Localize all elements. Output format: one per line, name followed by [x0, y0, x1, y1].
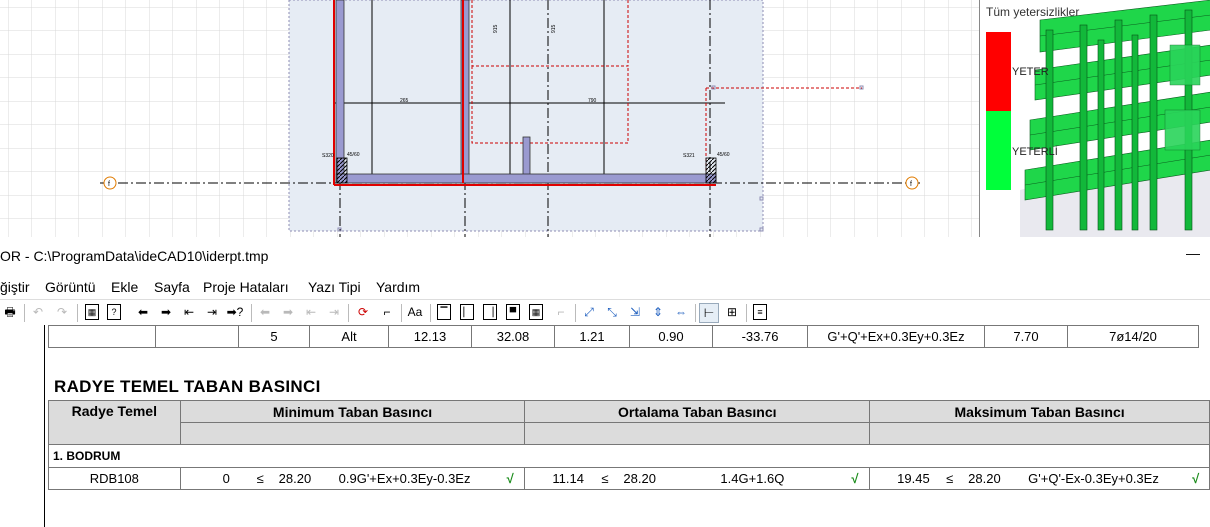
legend-insufficient-label: YETER — [1012, 66, 1049, 78]
check-icon: √ — [851, 471, 859, 486]
label-s321-size: 45/60 — [717, 152, 730, 158]
header-max-pressure: Maksimum Taban Basıncı — [869, 400, 1210, 423]
page-header-icon[interactable]: ▀ — [506, 304, 520, 320]
fit-height-icon[interactable]: ⇕ — [649, 303, 667, 321]
table-row: RDB108 0 ≤ 28.20 0.9G'+Ex+0.3Ey-0.3Ez √ … — [48, 467, 1210, 490]
zoom-icon-3[interactable]: ⇲ — [626, 303, 644, 321]
goto-icon[interactable]: ➡? — [226, 303, 244, 321]
title-bar[interactable]: OR - C:\ProgramData\ideCAD10\iderpt.tmp … — [0, 237, 1210, 273]
page-grid-icon[interactable]: ▦ — [529, 304, 543, 320]
page-right-icon[interactable]: ▕ — [483, 304, 497, 320]
page-margin-line — [44, 325, 45, 527]
legend-sufficient-swatch — [986, 111, 1011, 190]
legend-insufficient-swatch — [986, 32, 1011, 111]
zoom-icon-1[interactable]: ⤢ — [580, 303, 598, 321]
preview-title: Tüm yetersizlikler — [986, 5, 1080, 19]
insert-break-icon[interactable]: ⌐ — [378, 303, 396, 321]
legend-sufficient-label: YETERLİ — [1012, 146, 1058, 158]
label-s320: S320 — [322, 153, 334, 159]
3d-preview-panel[interactable]: Tüm yetersizlikler YETER YETERLİ — [979, 0, 1210, 237]
font-size-icon[interactable]: Aa — [406, 303, 424, 321]
dim-915a: 915 — [493, 24, 499, 33]
first-disabled-icon[interactable]: ⇤ — [302, 303, 320, 321]
multi-page-icon[interactable]: ⊞ — [723, 303, 741, 321]
slab-region — [288, 0, 764, 232]
beam-bottom — [335, 173, 717, 184]
dim-915b: 915 — [551, 24, 557, 33]
help-doc-icon[interactable]: ? — [107, 304, 121, 320]
menu-bar: ğiştir Görüntü Ekle Sayfa Proje Hataları… — [0, 273, 1210, 299]
column-s321 — [705, 157, 717, 184]
menu-view[interactable]: Görüntü — [45, 279, 96, 295]
header-avg-pressure: Ortalama Taban Basıncı — [524, 400, 871, 423]
column-s320 — [336, 157, 348, 184]
window-title: OR - C:\ProgramData\ideCAD10\iderpt.tmp — [0, 248, 269, 264]
svg-text:f: f — [108, 181, 110, 188]
section-title: RADYE TEMEL TABAN BASINCI — [54, 377, 321, 396]
toolbar: 🖶 ↶ ↷ ▦ ? ⬅ ➡ ⇤ ⇥ ➡? ⬅ ➡ ⇤ ⇥ ⟳ ⌐ Aa ▔ ▏ … — [0, 299, 1210, 327]
arrow-last-icon[interactable]: ⇥ — [203, 303, 221, 321]
zoom-icon-2[interactable]: ⤡ — [603, 303, 621, 321]
axis-marker-left — [103, 176, 117, 190]
label-s321: S321 — [683, 153, 695, 159]
header-radye-temel: Radye Temel — [48, 400, 181, 445]
menu-project-errors[interactable]: Proje Hataları — [203, 279, 289, 295]
dim-265: 265 — [400, 98, 409, 104]
export-icon[interactable]: ≡ — [753, 304, 767, 320]
max-pressure-cell: 19.45 ≤ 28.20 G'+Q'-Ex-0.3Ey+0.3Ez √ — [869, 467, 1210, 490]
cad-drawing-area[interactable]: 265 790 915 915 S320 45/60 S321 45/60 f … — [0, 0, 1210, 237]
report-page: 5 Alt 12.13 32.08 1.21 0.90 -33.76 G'+Q'… — [0, 325, 1210, 527]
next-disabled-icon[interactable]: ➡ — [279, 303, 297, 321]
calculator-icon[interactable]: ▦ — [85, 304, 99, 320]
foundation-pressure-table: Radye Temel Minimum Taban Basıncı Ortala… — [48, 400, 1210, 490]
menu-edit[interactable]: ğiştir — [0, 279, 30, 295]
arrow-left-icon[interactable]: ⬅ — [134, 303, 152, 321]
header-min-pressure: Minimum Taban Basıncı — [179, 400, 526, 423]
report-window: OR - C:\ProgramData\ideCAD10\iderpt.tmp … — [0, 237, 1210, 527]
refresh-icon[interactable]: ⟳ — [354, 303, 372, 321]
arrow-right-icon[interactable]: ➡ — [157, 303, 175, 321]
last-disabled-icon[interactable]: ⇥ — [325, 303, 343, 321]
menu-help[interactable]: Yardım — [376, 279, 420, 295]
check-icon: √ — [506, 471, 514, 486]
single-page-icon[interactable]: ⊢ — [699, 303, 719, 323]
print-icon[interactable]: 🖶 — [1, 303, 19, 321]
menu-font[interactable]: Yazı Tipi — [308, 279, 361, 295]
svg-text:f: f — [910, 181, 912, 188]
avg-pressure-cell: 11.14 ≤ 28.20 1.4G+1.6Q √ — [524, 467, 871, 490]
prev-disabled-icon[interactable]: ⬅ — [256, 303, 274, 321]
arrow-first-icon[interactable]: ⇤ — [180, 303, 198, 321]
page-left-icon[interactable]: ▏ — [460, 304, 474, 320]
dim-790: 790 — [588, 98, 597, 104]
undo-icon[interactable]: ↶ — [29, 303, 47, 321]
page-disabled-icon[interactable]: ⌐ — [552, 303, 570, 321]
minimize-button[interactable]: — — [1186, 245, 1200, 261]
foundation-name: RDB108 — [48, 467, 181, 490]
label-s320-size: 45/60 — [347, 152, 360, 158]
menu-insert[interactable]: Ekle — [111, 279, 138, 295]
page-top-icon[interactable]: ▔ — [437, 304, 451, 320]
min-pressure-cell: 0 ≤ 28.20 0.9G'+Ex+0.3Ey-0.3Ez √ — [179, 467, 526, 490]
previous-table-row: 5 Alt 12.13 32.08 1.21 0.90 -33.76 G'+Q'… — [48, 325, 1199, 348]
fit-width-icon[interactable]: ⇔ — [672, 303, 690, 321]
axis-marker-right — [905, 176, 919, 190]
check-icon: √ — [1192, 471, 1200, 486]
redo-icon[interactable]: ↷ — [53, 303, 71, 321]
group-row-bodrum: 1. BODRUM — [48, 444, 1210, 468]
beam-left — [335, 0, 345, 184]
menu-page[interactable]: Sayfa — [154, 279, 190, 295]
